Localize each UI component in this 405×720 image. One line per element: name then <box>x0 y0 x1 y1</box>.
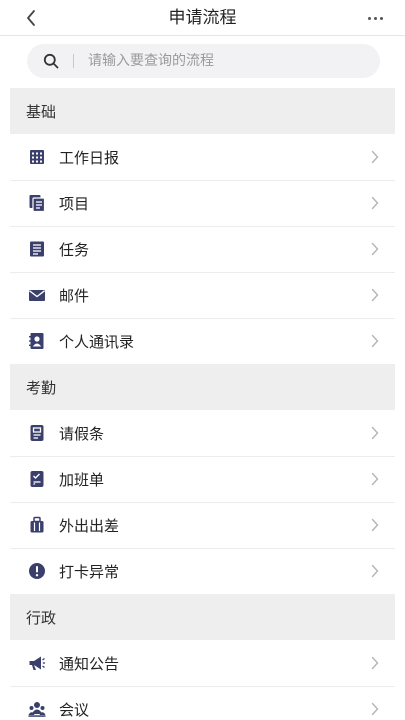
chevron-right-icon <box>371 288 379 302</box>
chevron-right-icon <box>371 656 379 670</box>
list-item[interactable]: 外出出差 <box>10 502 395 548</box>
chevron-right-icon <box>371 196 379 210</box>
luggage-icon <box>28 516 46 534</box>
process-list: 基础工作日报项目任务邮件个人通讯录考勤请假条加班单外出出差打卡异常行政通知公告会… <box>10 88 395 720</box>
list-item-label: 打卡异常 <box>59 562 120 581</box>
list-item-label: 项目 <box>59 194 90 213</box>
page-title: 申请流程 <box>168 8 237 28</box>
mail-icon <box>28 286 46 304</box>
list-item[interactable]: 个人通讯录 <box>10 318 395 364</box>
list-item-label: 个人通讯录 <box>59 332 135 351</box>
calendar-grid-icon <box>28 148 46 166</box>
overtime-checklist-icon <box>28 470 46 488</box>
chevron-right-icon <box>371 334 379 348</box>
chevron-right-icon <box>371 518 379 532</box>
top-bar: 申请流程 <box>0 0 405 36</box>
list-item-label: 外出出差 <box>59 516 120 535</box>
list-item[interactable]: 项目 <box>10 180 395 226</box>
leave-note-icon <box>28 424 46 442</box>
list-item-label: 加班单 <box>59 470 105 489</box>
back-button[interactable] <box>20 7 42 29</box>
meeting-people-icon <box>28 700 46 718</box>
list-item-label: 通知公告 <box>59 654 120 673</box>
search-input[interactable] <box>88 53 348 69</box>
chevron-left-icon <box>27 10 35 26</box>
list-item[interactable]: 请假条 <box>10 410 395 456</box>
search-icon <box>43 53 59 69</box>
list-item[interactable]: 任务 <box>10 226 395 272</box>
project-docs-icon <box>28 194 46 212</box>
section-header: 基础 <box>10 88 395 134</box>
contact-book-icon <box>28 332 46 350</box>
list-item-label: 工作日报 <box>59 148 120 167</box>
list-item[interactable]: 工作日报 <box>10 134 395 180</box>
search-divider <box>73 54 74 68</box>
list-item-label: 任务 <box>59 240 90 259</box>
search-bar[interactable] <box>27 44 380 78</box>
more-dots-icon <box>367 16 371 20</box>
chevron-right-icon <box>371 564 379 578</box>
more-options-button[interactable] <box>363 7 387 29</box>
chevron-right-icon <box>371 702 379 716</box>
list-item[interactable]: 加班单 <box>10 456 395 502</box>
chevron-right-icon <box>371 242 379 256</box>
list-item-label: 会议 <box>59 700 90 719</box>
section-header: 考勤 <box>10 364 395 410</box>
list-item[interactable]: 邮件 <box>10 272 395 318</box>
list-item[interactable]: 会议 <box>10 686 395 720</box>
megaphone-icon <box>28 654 46 672</box>
task-list-icon <box>28 240 46 258</box>
list-item[interactable]: 通知公告 <box>10 640 395 686</box>
chevron-right-icon <box>371 150 379 164</box>
chevron-right-icon <box>371 426 379 440</box>
list-item-label: 邮件 <box>59 286 90 305</box>
list-item-label: 请假条 <box>59 424 105 443</box>
chevron-right-icon <box>371 472 379 486</box>
alert-circle-icon <box>28 562 46 580</box>
list-item[interactable]: 打卡异常 <box>10 548 395 594</box>
section-header: 行政 <box>10 594 395 640</box>
